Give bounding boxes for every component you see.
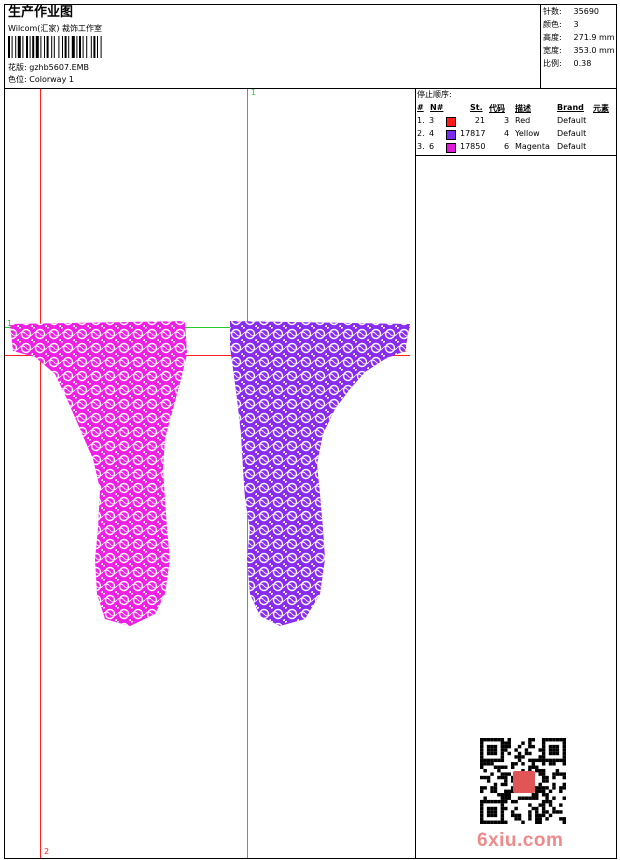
row-code: 3 [504,116,510,125]
col-code: 代码 [489,104,505,113]
sidebar-divider [415,88,416,859]
frame-right [616,4,617,859]
row-brand: Default [557,116,587,125]
row-brand: Default [557,142,587,151]
row-stitches: 17850 [460,142,486,151]
row-brand: Default [557,129,587,138]
col-element: 元素 [593,104,609,113]
color-swatch [446,143,456,153]
page-title: 生产作业图 [8,5,74,20]
right-lace-panel [230,321,410,626]
qr-code-icon [480,738,566,824]
col-desc: 描述 [515,104,531,113]
row-code: 4 [504,129,510,138]
subtitle: Wilcom(汇家) 裁饰工作室 [8,24,103,33]
col-num: # [417,103,424,112]
table-bottom-divider [415,155,617,156]
row-needle: 3 [429,116,435,125]
row-desc: Red [515,116,531,125]
watermark-text: 6xiu.com [477,830,564,851]
row-num: 1. [417,116,425,125]
guide-label-bottom: 2 [44,847,50,856]
col-brand: Brand [557,103,584,112]
frame-bottom [4,858,617,859]
col-n: N# [430,103,444,112]
stat-height: 高度: 271.9 mm [543,33,615,42]
design-name: 花版: gzhb5607.EMB [8,63,89,73]
frame-top [4,4,617,5]
design-value: gzhb5607.EMB [29,63,90,72]
stats-divider [540,4,541,89]
row-stitches: 21 [474,116,485,125]
stat-width: 宽度: 353.0 mm [543,46,615,55]
row-needle: 6 [429,142,435,151]
stat-colors: 颜色: 3 [543,20,579,29]
colorway: 色位: Colorway 1 [8,75,74,85]
design-label: 花版: [8,63,27,72]
embroidery-design-preview [10,321,410,626]
row-stitches: 17817 [460,129,486,138]
row-code: 6 [504,142,510,151]
col-st: St. [470,103,483,112]
row-desc: Yellow [515,129,540,138]
left-lace-panel [10,321,187,626]
row-num: 2. [417,129,425,138]
barcode-icon [8,36,102,58]
colorway-value: Colorway 1 [29,75,74,84]
stat-scale: 比例: 0.38 [543,59,592,68]
row-num: 3. [417,142,425,151]
row-desc: Magenta [515,142,550,151]
row-needle: 4 [429,129,435,138]
stat-stitches: 针数: 35690 [543,7,599,16]
color-swatch [446,130,456,140]
stop-sequence-title: 停止顺序: [417,90,452,99]
colorway-label: 色位: [8,75,27,84]
